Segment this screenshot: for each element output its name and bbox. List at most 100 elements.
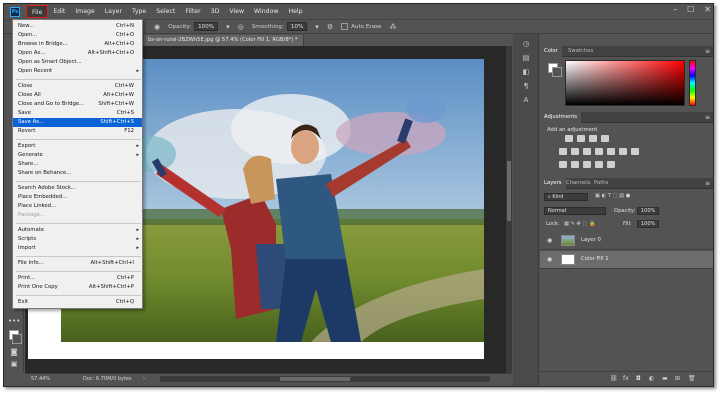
blend-mode-select[interactable]: Normal bbox=[544, 207, 606, 215]
menu-help[interactable]: Help bbox=[283, 5, 307, 18]
menu-3d[interactable]: 3D bbox=[206, 5, 225, 18]
paragraph-icon[interactable]: ¶ bbox=[521, 82, 531, 91]
black-white-icon[interactable] bbox=[595, 148, 603, 155]
exposure-icon[interactable] bbox=[601, 135, 609, 142]
smoothing-options-icon[interactable]: ⚙ bbox=[327, 23, 333, 31]
eye-icon[interactable]: ◉ bbox=[547, 237, 552, 244]
menu-item-generate[interactable]: Generate ▸ bbox=[13, 151, 142, 160]
zoom-level[interactable]: 57.44% bbox=[31, 374, 50, 384]
menu-item-file-info[interactable]: File Info... Alt+Shift+Ctrl+I bbox=[13, 259, 142, 268]
menu-item-export[interactable]: Export ▸ bbox=[13, 142, 142, 151]
auto-erase-checkbox[interactable] bbox=[341, 23, 349, 30]
document-tab[interactable]: bs-on-rural-2BZWh5E.jpg @ 57.4% (Color F… bbox=[144, 35, 304, 46]
invert-icon[interactable] bbox=[559, 161, 567, 168]
vertical-scrollbar[interactable] bbox=[506, 46, 512, 373]
menu-item-close-and-go-to-bridge[interactable]: Close and Go to Bridge... Shift+Ctrl+W bbox=[13, 100, 142, 109]
close-window-button[interactable]: ✕ bbox=[704, 5, 711, 14]
tab-swatches[interactable]: Swatches bbox=[564, 46, 597, 57]
menu-item-save[interactable]: Save Ctrl+S bbox=[13, 109, 142, 118]
menu-item-close[interactable]: Close Ctrl+W bbox=[13, 82, 142, 91]
menu-image[interactable]: Image bbox=[70, 5, 99, 18]
eye-icon[interactable]: ◉ bbox=[547, 256, 552, 263]
menu-view[interactable]: View bbox=[224, 5, 249, 18]
menu-item-new[interactable]: New... Ctrl+N bbox=[13, 22, 142, 31]
selective-color-icon[interactable] bbox=[607, 161, 615, 168]
panel-menu-icon[interactable]: ≡ bbox=[705, 178, 710, 189]
menu-layer[interactable]: Layer bbox=[100, 5, 127, 18]
layer-filter-kind[interactable]: ⌕ Kind bbox=[544, 193, 588, 201]
layer-style-icon[interactable]: fx bbox=[623, 375, 629, 382]
scrollbar-thumb[interactable] bbox=[507, 161, 511, 221]
menu-item-revert[interactable]: Revert F12 bbox=[13, 127, 142, 136]
menu-item-import[interactable]: Import ▸ bbox=[13, 244, 142, 253]
quick-mask-icon[interactable]: ◙ bbox=[8, 348, 20, 357]
color-lookup-icon[interactable] bbox=[631, 148, 639, 155]
panel-menu-icon[interactable]: ≡ bbox=[705, 112, 710, 123]
levels-icon[interactable] bbox=[577, 135, 585, 142]
menu-item-search-adobe-stock[interactable]: Search Adobe Stock... bbox=[13, 184, 142, 193]
tab-adjustments[interactable]: Adjustments bbox=[540, 112, 582, 123]
brightness-icon[interactable] bbox=[565, 135, 573, 142]
panel-menu-icon[interactable]: ≡ bbox=[705, 46, 710, 57]
menu-item-place-linked[interactable]: Place Linked... bbox=[13, 202, 142, 211]
maximize-button[interactable]: ☐ bbox=[687, 5, 694, 14]
menu-item-save-as[interactable]: Save As... Shift+Ctrl+S bbox=[13, 118, 142, 127]
vibrance-icon[interactable] bbox=[559, 148, 567, 155]
posterize-icon[interactable] bbox=[571, 161, 579, 168]
menu-item-print[interactable]: Print... Ctrl+P bbox=[13, 274, 142, 283]
screen-mode-icon[interactable]: ▣ bbox=[8, 360, 20, 369]
layer-row[interactable]: ◉ Layer 0 bbox=[540, 232, 713, 250]
color-balance-icon[interactable] bbox=[583, 148, 591, 155]
gradient-map-icon[interactable] bbox=[595, 161, 603, 168]
chevron-down-icon[interactable]: ▾ bbox=[226, 23, 230, 31]
menu-item-place-embedded[interactable]: Place Embedded... bbox=[13, 193, 142, 202]
pressure-icon[interactable]: ◎ bbox=[238, 23, 244, 31]
status-menu-arrow[interactable]: › bbox=[143, 374, 145, 384]
menu-select[interactable]: Select bbox=[151, 5, 180, 18]
pressure-opacity-icon[interactable]: ◉ bbox=[154, 23, 160, 31]
menu-file[interactable]: File bbox=[26, 5, 49, 18]
add-mask-icon[interactable]: ◘ bbox=[636, 375, 641, 382]
menu-item-exit[interactable]: Exit Ctrl+Q bbox=[13, 298, 142, 307]
menu-item-browse-in-bridge[interactable]: Browse in Bridge... Alt+Ctrl+O bbox=[13, 40, 142, 49]
close-tab-button[interactable]: × bbox=[303, 37, 304, 43]
delete-layer-icon[interactable]: 🗑 bbox=[688, 375, 696, 382]
minimize-button[interactable]: – bbox=[673, 5, 677, 14]
opacity-input[interactable]: 100% bbox=[194, 22, 219, 31]
menu-edit[interactable]: Edit bbox=[48, 5, 70, 18]
menu-item-open-as-smart-object[interactable]: Open as Smart Object... bbox=[13, 58, 142, 67]
menu-item-open[interactable]: Open... Ctrl+O bbox=[13, 31, 142, 40]
menu-item-scripts[interactable]: Scripts ▸ bbox=[13, 235, 142, 244]
smoothing-input[interactable]: 10% bbox=[286, 22, 308, 31]
background-color-icon[interactable] bbox=[12, 334, 22, 344]
properties-icon[interactable]: ▤ bbox=[521, 54, 531, 63]
tab-color[interactable]: Color bbox=[540, 46, 562, 57]
menu-item-automate[interactable]: Automate ▸ bbox=[13, 226, 142, 235]
menu-item-open-recent[interactable]: Open Recent ▸ bbox=[13, 67, 142, 76]
color-picker-field[interactable] bbox=[565, 60, 685, 106]
menu-item-open-as[interactable]: Open As... Alt+Shift+Ctrl+O bbox=[13, 49, 142, 58]
new-group-icon[interactable]: ▬ bbox=[662, 375, 668, 382]
character-icon[interactable]: A bbox=[521, 96, 531, 105]
symmetry-icon[interactable]: ⁂ bbox=[389, 23, 396, 31]
menu-item-close-all[interactable]: Close All Alt+Ctrl+W bbox=[13, 91, 142, 100]
menu-filter[interactable]: Filter bbox=[180, 5, 205, 18]
new-adjustment-layer-icon[interactable]: ◐ bbox=[649, 375, 654, 382]
scrollbar-thumb[interactable] bbox=[280, 377, 350, 381]
menu-window[interactable]: Window bbox=[249, 5, 283, 18]
hue-saturation-icon[interactable] bbox=[571, 148, 579, 155]
background-color-swatch[interactable] bbox=[552, 67, 562, 77]
layer-filter-icons[interactable]: ▣ ◐ T ⬚ ▤ ● bbox=[595, 193, 630, 199]
libraries-icon[interactable]: ◧ bbox=[521, 68, 531, 77]
link-layers-icon[interactable]: ⛓ bbox=[610, 375, 618, 382]
chevron-down-icon[interactable]: ▾ bbox=[315, 23, 319, 31]
threshold-icon[interactable] bbox=[583, 161, 591, 168]
layer-fill-input[interactable]: 100% bbox=[637, 220, 659, 228]
lock-icons[interactable]: ▦ ✎ ✥ ⬚ 🔒 bbox=[564, 221, 596, 227]
menu-item-share-on-behance[interactable]: Share on Behance... bbox=[13, 169, 142, 178]
photo-filter-icon[interactable] bbox=[607, 148, 615, 155]
menu-item-share[interactable]: Share... bbox=[13, 160, 142, 169]
horizontal-scrollbar[interactable] bbox=[160, 376, 490, 382]
channel-mixer-icon[interactable] bbox=[619, 148, 627, 155]
more-tools-icon[interactable]: ••• bbox=[8, 317, 20, 326]
